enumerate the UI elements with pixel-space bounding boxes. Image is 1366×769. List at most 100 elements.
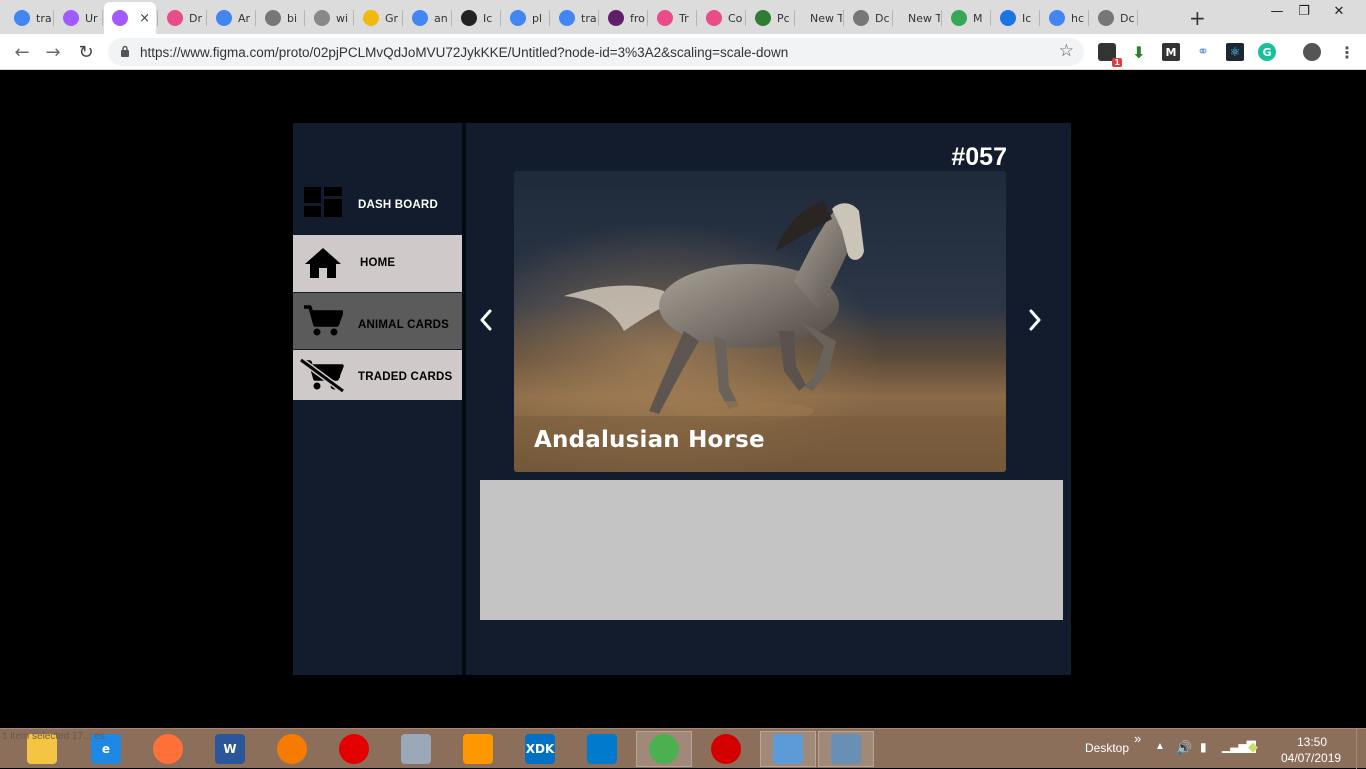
address-bar[interactable]: https://www.figma.com/proto/02pjPCLMvQdJ…	[108, 38, 1084, 66]
tab-title: Pc	[777, 11, 790, 25]
sidebar-item-label: DASH BOARD	[358, 199, 438, 211]
windows-taskbar: Desktop » ▲ 🔊 ▮ ▁▃▅▇ ◆ 13:50 04/07/2019 …	[0, 728, 1366, 769]
google-icon	[1049, 10, 1065, 26]
tab-separator	[304, 10, 305, 26]
browser-tab[interactable]: Ic	[453, 4, 499, 32]
tray-expand-icon[interactable]: ▲	[1155, 741, 1165, 752]
sidebar-item-label: ANIMAL CARDS	[358, 319, 449, 331]
browser-tab[interactable]: wi	[306, 4, 352, 32]
browser-tab[interactable]: New T	[894, 4, 940, 32]
extension-icon[interactable]: 1	[1098, 43, 1122, 67]
tab-title: tra	[581, 11, 597, 25]
pc-icon	[755, 10, 771, 26]
bookmark-star-icon[interactable]: ☆	[1059, 41, 1074, 61]
taskbar-opera-button[interactable]	[698, 731, 754, 767]
sidebar-item-home[interactable]: HOME	[293, 235, 462, 292]
react-devtools-icon[interactable]: ⚛	[1226, 43, 1244, 61]
control-panel-icon	[773, 734, 803, 764]
medium-icon[interactable]: M	[1162, 43, 1180, 61]
tab-separator	[696, 10, 697, 26]
taskbar-system-monitor-button[interactable]	[388, 731, 444, 767]
taskbar-word-button[interactable]: W	[202, 731, 258, 767]
taskbar-media-player-button[interactable]	[450, 731, 506, 767]
browser-tab[interactable]: Tr	[649, 4, 695, 32]
grammarly-icon[interactable]: G	[1258, 43, 1276, 61]
browser-tab[interactable]: Pc	[747, 4, 793, 32]
back-button[interactable]: ←	[10, 40, 34, 64]
browser-tab[interactable]: ×	[104, 2, 156, 34]
link-icon[interactable]: ⚭	[1194, 43, 1212, 61]
browser-tab[interactable]: Dc	[1090, 4, 1136, 32]
taskbar-intel-xdk-button[interactable]: XDK	[512, 731, 568, 767]
tab-separator	[255, 10, 256, 26]
clock-time[interactable]: 13:50	[1297, 735, 1327, 749]
tab-separator	[102, 10, 103, 26]
toolbar-chevron-icon[interactable]: »	[1134, 731, 1141, 746]
lock-icon	[120, 45, 130, 60]
next-card-button[interactable]	[1023, 306, 1047, 334]
sidebar-item-label: TRADED CARDS	[358, 371, 453, 383]
tab-separator	[598, 10, 599, 26]
google-icon	[216, 10, 232, 26]
new-tab-button[interactable]: +	[1189, 6, 1206, 30]
browser-tab[interactable]: Ic	[992, 4, 1038, 32]
prev-card-button[interactable]	[474, 306, 498, 334]
opera-icon	[711, 734, 741, 764]
tab-title: Gr	[385, 11, 399, 25]
browser-tab[interactable]: tra	[551, 4, 597, 32]
taskbar-chrome-button[interactable]	[636, 731, 692, 767]
sidebar-item-traded-cards[interactable]: TRADED CARDS	[293, 350, 462, 400]
tab-separator	[1039, 10, 1040, 26]
tray-app-icon[interactable]: ◆	[1248, 739, 1258, 755]
taskbar-vscode-button[interactable]	[574, 731, 630, 767]
show-desktop-button[interactable]	[1356, 729, 1366, 769]
close-window-button[interactable]: ✕	[1316, 0, 1362, 22]
browser-tab[interactable]: Ur	[55, 4, 101, 32]
figma-icon	[63, 10, 79, 26]
taskbar-uc-browser-button[interactable]	[264, 731, 320, 767]
browser-tab[interactable]: hc	[1041, 4, 1087, 32]
media-player-icon	[463, 734, 493, 764]
menu-kebab-icon[interactable]: ⋮	[1338, 43, 1356, 62]
forward-button[interactable]: →	[41, 40, 65, 64]
tab-title: Dc	[875, 11, 890, 25]
browser-tab[interactable]: M	[943, 4, 989, 32]
desktop-toolbar-label[interactable]: Desktop	[1085, 741, 1129, 755]
browser-tab[interactable]: bi	[257, 4, 303, 32]
browser-tab[interactable]: Dr	[159, 4, 205, 32]
vscode-icon	[587, 734, 617, 764]
tab-separator	[549, 10, 550, 26]
volume-icon[interactable]: 🔊	[1176, 740, 1192, 756]
sidebar-item-animal-cards[interactable]: ANIMAL CARDS	[293, 293, 462, 349]
download-arrow-icon[interactable]: ⬇	[1130, 43, 1148, 62]
browser-tab[interactable]: Dc	[845, 4, 891, 32]
chrome-icon	[649, 734, 679, 764]
tab-separator	[843, 10, 844, 26]
taskbar-airtel-button[interactable]	[326, 731, 382, 767]
taskbar-control-panel-button[interactable]	[760, 731, 816, 767]
sidebar-item-dashboard[interactable]: DASH BOARD	[293, 173, 462, 233]
browser-tab[interactable]: tra	[6, 4, 52, 32]
reload-button[interactable]: ↻	[74, 40, 98, 64]
browser-tab[interactable]: fro	[600, 4, 646, 32]
browser-tab[interactable]: pl	[502, 4, 548, 32]
profile-avatar[interactable]	[1303, 43, 1321, 61]
browser-tab[interactable]: Gr	[355, 4, 401, 32]
tab-separator	[794, 10, 795, 26]
clock-date[interactable]: 04/07/2019	[1281, 751, 1341, 765]
browser-tab[interactable]: Ar	[208, 4, 254, 32]
tab-title: New T	[908, 11, 940, 25]
browser-tab[interactable]: New T	[796, 4, 842, 32]
google-icon	[14, 10, 30, 26]
browser-tab[interactable]: an	[404, 4, 450, 32]
close-tab-icon[interactable]: ×	[139, 11, 150, 26]
taskbar-firefox-button[interactable]	[140, 731, 196, 767]
intel-xdk-icon: XDK	[525, 734, 555, 764]
battery-icon[interactable]: ▮	[1200, 740, 1207, 754]
taskbar-photos-button[interactable]	[818, 731, 874, 767]
tab-title: Ur	[85, 11, 98, 25]
dribbble-icon	[167, 10, 183, 26]
card-details-box	[480, 480, 1063, 620]
tab-title: M	[973, 11, 983, 25]
browser-tab[interactable]: Co	[698, 4, 744, 32]
